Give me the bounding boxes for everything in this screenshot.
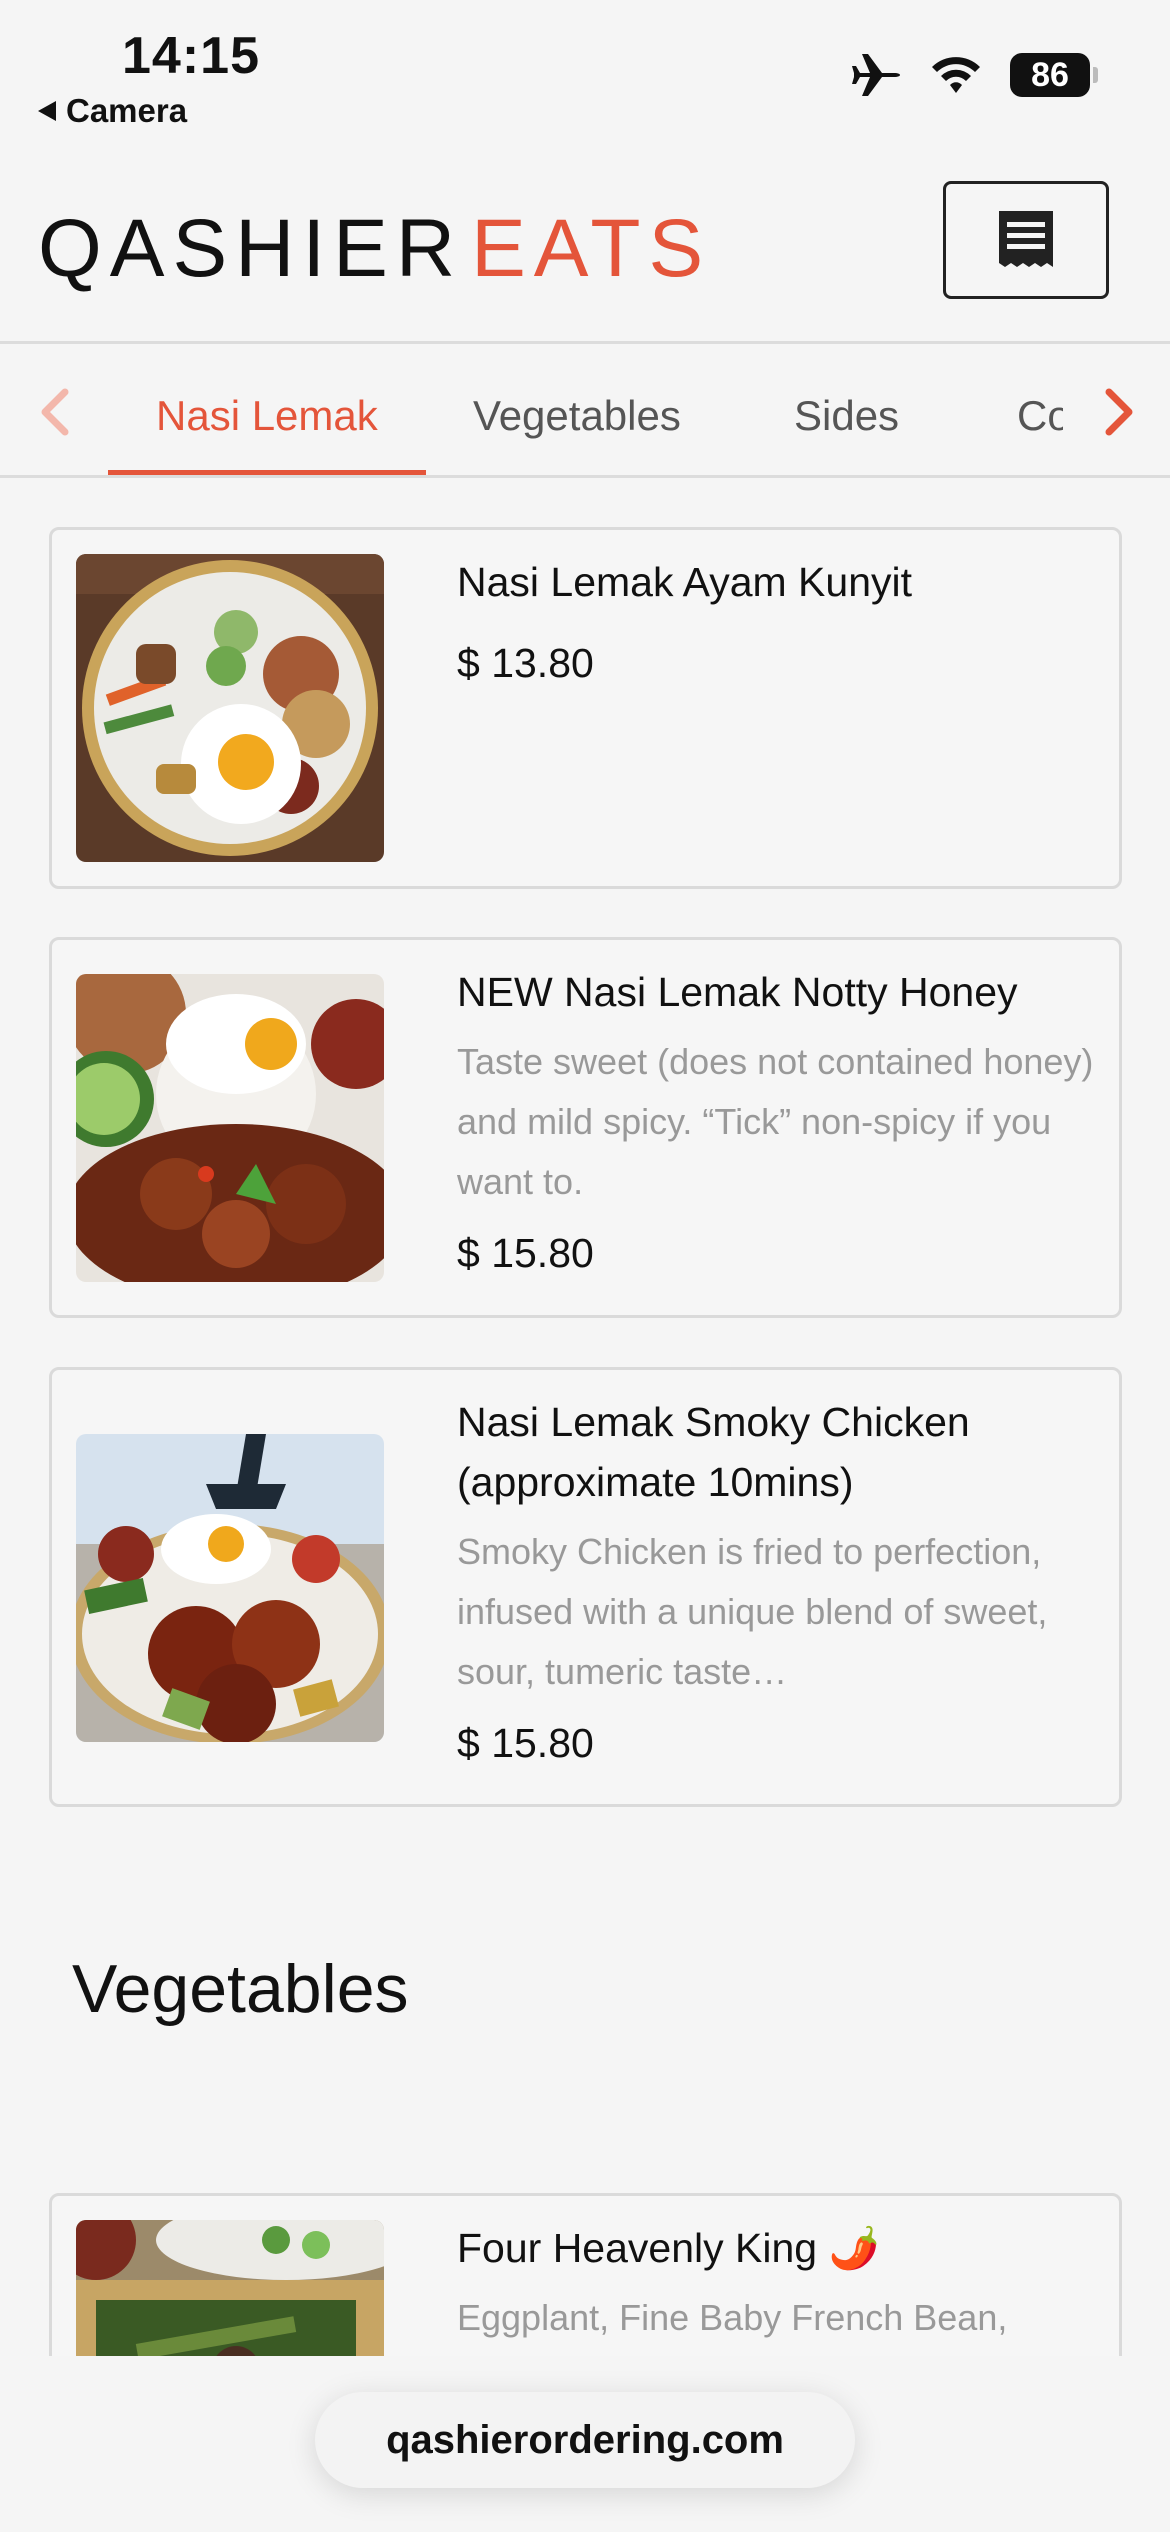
- status-time: 14:15: [122, 27, 260, 85]
- tabs-scroll-left-button[interactable]: [24, 382, 84, 442]
- back-app-label: Camera: [66, 92, 188, 129]
- menu-item-card[interactable]: NEW Nasi Lemak Notty Honey Taste sweet (…: [49, 937, 1122, 1318]
- section-heading-vegetables: Vegetables: [72, 1951, 409, 2027]
- brand-logo[interactable]: QASHIEREATS: [38, 202, 711, 296]
- tabs-track: Nasi Lemak Vegetables Sides Co: [108, 344, 1063, 475]
- logo-text-eats: EATS: [471, 203, 712, 294]
- menu-item-card[interactable]: Nasi Lemak Smoky Chicken (approximate 10…: [49, 1367, 1122, 1807]
- menu-item-title: Nasi Lemak Smoky Chicken (approximate 10…: [457, 1399, 970, 1505]
- menu-item-image: [76, 974, 384, 1282]
- airplane-icon: [852, 54, 900, 96]
- chevron-left-icon: [41, 388, 69, 436]
- menu-item-price: $ 15.80: [457, 1230, 594, 1276]
- url-address-bar[interactable]: qashierordering.com: [315, 2392, 855, 2488]
- active-tab-indicator: [108, 470, 426, 475]
- tab-next-category[interactable]: Co: [1017, 392, 1063, 440]
- site-header: QASHIEREATS: [0, 150, 1170, 344]
- receipt-menu-icon: [999, 211, 1053, 267]
- tab-vegetables[interactable]: Vegetables: [473, 392, 681, 440]
- menu-item-description: Eggplant, Fine Baby French Bean,: [457, 2297, 1008, 2338]
- order-receipt-button[interactable]: [943, 181, 1109, 299]
- status-bar: 14:15 Camera 86: [0, 0, 1170, 150]
- category-tabs: Nasi Lemak Vegetables Sides Co: [0, 344, 1170, 478]
- tab-nasi-lemak[interactable]: Nasi Lemak: [156, 392, 378, 440]
- tabs-scroll-right-button[interactable]: [1090, 382, 1150, 442]
- menu-item-image: [76, 554, 384, 862]
- menu-item-card[interactable]: Nasi Lemak Ayam Kunyit $ 13.80: [49, 527, 1122, 889]
- battery-icon: 86: [1010, 53, 1098, 97]
- menu-item-title: Nasi Lemak Ayam Kunyit: [457, 559, 913, 605]
- back-triangle-icon: [38, 101, 56, 121]
- menu-item-description: Smoky Chicken is fried to perfection, in…: [457, 1531, 1048, 1692]
- status-icons: 86: [850, 52, 1098, 98]
- logo-text-qashier: QASHIER: [38, 203, 464, 294]
- back-to-camera-link[interactable]: Camera: [38, 92, 187, 130]
- chevron-right-icon: [1105, 388, 1133, 436]
- menu-item-title: NEW Nasi Lemak Notty Honey: [457, 969, 1018, 1015]
- menu-item-title: Four Heavenly King 🌶️: [457, 2225, 880, 2271]
- menu-item-description: Taste sweet (does not contained honey) a…: [457, 1041, 1094, 1202]
- menu-item-price: $ 15.80: [457, 1720, 594, 1766]
- wifi-icon: [932, 57, 980, 93]
- menu-item-image: [76, 1434, 384, 1742]
- menu-item-price: $ 13.80: [457, 640, 594, 686]
- tab-sides[interactable]: Sides: [794, 392, 899, 440]
